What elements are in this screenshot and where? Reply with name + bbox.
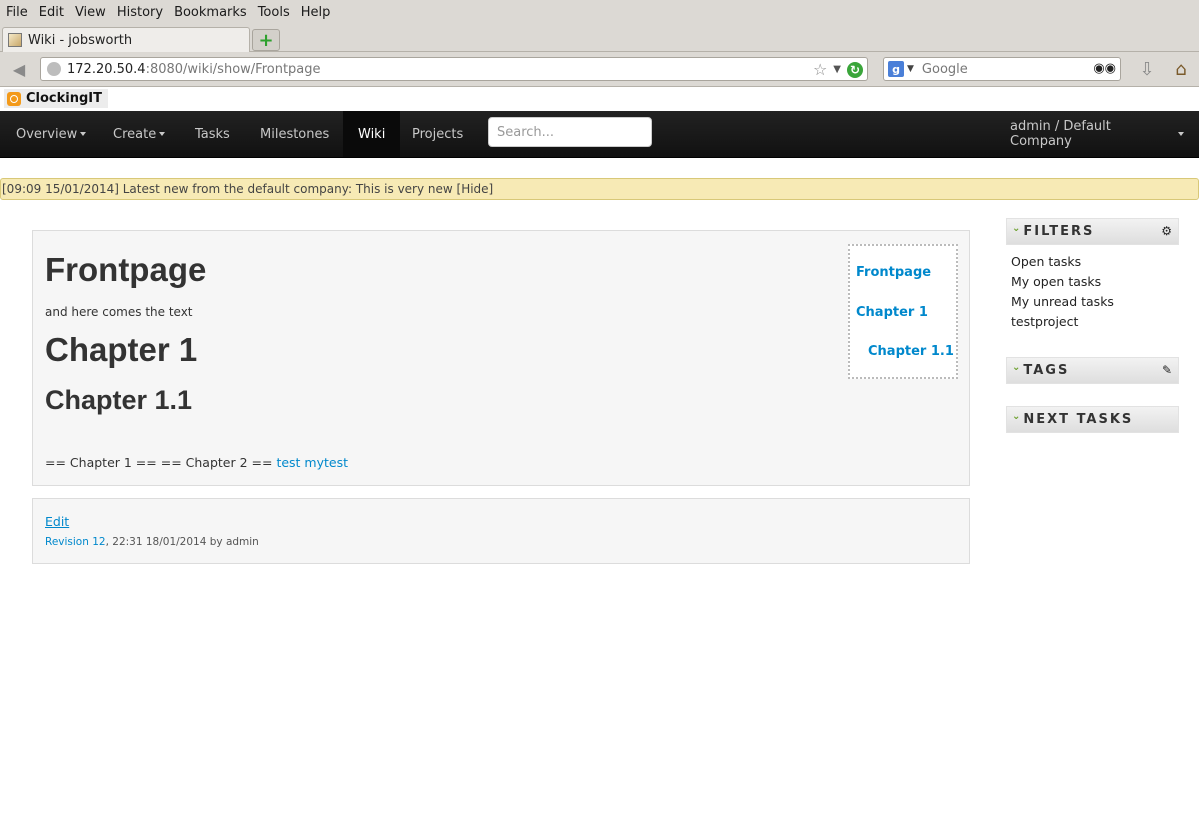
nav-overview-label: Overview: [16, 126, 78, 142]
gear-icon[interactable]: ⚙: [1161, 224, 1172, 238]
filter-open-tasks[interactable]: Open tasks: [1011, 254, 1081, 269]
nav-user-label: admin / Default Company: [1010, 119, 1111, 149]
reload-icon[interactable]: ↻: [847, 61, 863, 78]
nav-projects-label: Projects: [412, 126, 464, 142]
filters-title: FILTERS: [1023, 224, 1095, 239]
chevron-down-icon: ⌄: [1012, 411, 1021, 422]
menu-edit[interactable]: Edit: [34, 5, 69, 20]
bookmark-star-icon[interactable]: ☆: [813, 60, 827, 79]
tab-title: Wiki - jobsworth: [28, 32, 133, 48]
home-icon: ⌂: [1175, 58, 1187, 80]
web-search-placeholder: Google: [921, 61, 968, 77]
wiki-body-text: and here comes the text: [45, 305, 193, 319]
app-search-input[interactable]: [488, 117, 652, 147]
history-dropdown-icon[interactable]: ▼: [833, 64, 841, 75]
caret-down-icon: [159, 132, 166, 136]
wiki-heading-chapter-1-1: Chapter 1.1: [45, 385, 193, 415]
wiki-raw-line: == Chapter 1 == == Chapter 2 == test myt…: [45, 455, 348, 470]
nav-tasks-label: Tasks: [195, 126, 230, 142]
next-tasks-title: NEXT TASKS: [1023, 412, 1134, 427]
app-navbar: Overview Create Tasks Milestones Wiki Pr…: [0, 111, 1199, 158]
engine-dropdown-icon[interactable]: ▼: [907, 64, 914, 74]
download-arrow-icon: ⇩: [1139, 58, 1155, 80]
chevron-down-icon: ⌄: [1012, 223, 1021, 234]
revision-info: Revision 12, 22:31 18/01/2014 by admin: [45, 536, 259, 548]
menu-help[interactable]: Help: [296, 5, 336, 20]
wiki-heading-chapter-1: Chapter 1: [45, 331, 198, 368]
downloads-button[interactable]: ⇩: [1136, 58, 1158, 80]
url-path: :8080/wiki/show/Frontpage: [145, 61, 321, 77]
revision-link[interactable]: Revision 12: [45, 536, 106, 548]
new-tab-button[interactable]: +: [252, 29, 280, 51]
nav-wiki[interactable]: Wiki: [343, 111, 401, 157]
caret-down-icon: [1178, 132, 1184, 136]
plus-icon: +: [258, 29, 274, 51]
home-button[interactable]: ⌂: [1170, 58, 1192, 80]
pencil-icon[interactable]: ✎: [1162, 363, 1172, 377]
back-arrow-icon: ◀: [12, 59, 26, 79]
news-banner: [09:09 15/01/2014] Latest new from the d…: [0, 178, 1199, 200]
menu-file[interactable]: File: [0, 5, 33, 20]
nav-projects[interactable]: Projects: [397, 111, 478, 157]
revision-details: , 22:31 18/01/2014 by admin: [105, 536, 259, 548]
clock-icon: [7, 91, 21, 106]
bookmark-clockingit[interactable]: ClockingIT: [4, 89, 109, 108]
menu-bookmarks[interactable]: Bookmarks: [169, 5, 252, 20]
web-search-bar[interactable]: g ▼ Google ◉◉: [883, 57, 1121, 81]
browser-tab[interactable]: Wiki - jobsworth: [2, 27, 250, 52]
browser-navbar: ◀ 172.20.50.4:8080/wiki/show/Frontpage ☆…: [0, 52, 1199, 87]
nav-create-label: Create: [113, 126, 157, 142]
browser-tabbar: Wiki - jobsworth +: [0, 25, 1199, 52]
back-button[interactable]: ◀: [4, 58, 34, 80]
nav-user-menu[interactable]: admin / Default Company: [995, 111, 1199, 157]
menu-tools[interactable]: Tools: [253, 5, 295, 20]
chevron-down-icon: ⌄: [1012, 362, 1021, 373]
page-favicon-icon: [8, 33, 22, 47]
wiki-title: Frontpage: [45, 251, 207, 288]
table-of-contents: Frontpage Chapter 1 Chapter 1.1: [848, 244, 958, 379]
caret-down-icon: [80, 132, 87, 136]
toc-link-frontpage[interactable]: Frontpage: [856, 265, 931, 280]
bookmarks-toolbar: ClockingIT: [0, 87, 1199, 111]
tags-title: TAGS: [1023, 363, 1070, 378]
wiki-content-panel: Frontpage and here comes the text Chapte…: [32, 230, 970, 486]
browser-menubar: File Edit View History Bookmarks Tools H…: [0, 0, 1199, 25]
bookmark-label: ClockingIT: [26, 91, 103, 106]
toc-link-chapter-1[interactable]: Chapter 1: [856, 305, 928, 320]
binoculars-icon[interactable]: ◉◉: [1093, 61, 1116, 76]
filter-my-unread-tasks[interactable]: My unread tasks: [1011, 294, 1114, 309]
toc-link-chapter-1-1[interactable]: Chapter 1.1: [868, 344, 954, 359]
url-host: 172.20.50.4: [67, 61, 146, 77]
nav-overview[interactable]: Overview: [1, 111, 101, 157]
url-bar-actions: ☆ ▼ ↻: [813, 60, 863, 79]
nav-tasks[interactable]: Tasks: [180, 111, 245, 157]
url-bar[interactable]: 172.20.50.4:8080/wiki/show/Frontpage ☆ ▼…: [40, 57, 868, 81]
nav-create[interactable]: Create: [98, 111, 180, 157]
wiki-link-test-mytest[interactable]: test mytest: [276, 455, 348, 470]
wiki-raw-text: == Chapter 1 == == Chapter 2 ==: [45, 455, 277, 470]
nav-milestones-label: Milestones: [260, 126, 330, 142]
next-tasks-panel-header[interactable]: ⌄ NEXT TASKS: [1006, 406, 1179, 433]
menu-view[interactable]: View: [70, 5, 111, 20]
filters-panel-header[interactable]: ⌄ FILTERS ⚙: [1006, 218, 1179, 245]
edit-link[interactable]: Edit: [45, 514, 69, 529]
filter-my-open-tasks[interactable]: My open tasks: [1011, 274, 1101, 289]
google-engine-icon[interactable]: g: [888, 61, 904, 77]
nav-milestones[interactable]: Milestones: [245, 111, 344, 157]
tags-panel-header[interactable]: ⌄ TAGS ✎: [1006, 357, 1179, 384]
site-identity-icon[interactable]: [47, 62, 61, 76]
wiki-meta-panel: Edit Revision 12, 22:31 18/01/2014 by ad…: [32, 498, 970, 564]
filter-testproject[interactable]: testproject: [1011, 314, 1078, 329]
nav-wiki-label: Wiki: [358, 126, 386, 142]
menu-history[interactable]: History: [112, 5, 168, 20]
news-text: [09:09 15/01/2014] Latest new from the d…: [2, 182, 494, 196]
